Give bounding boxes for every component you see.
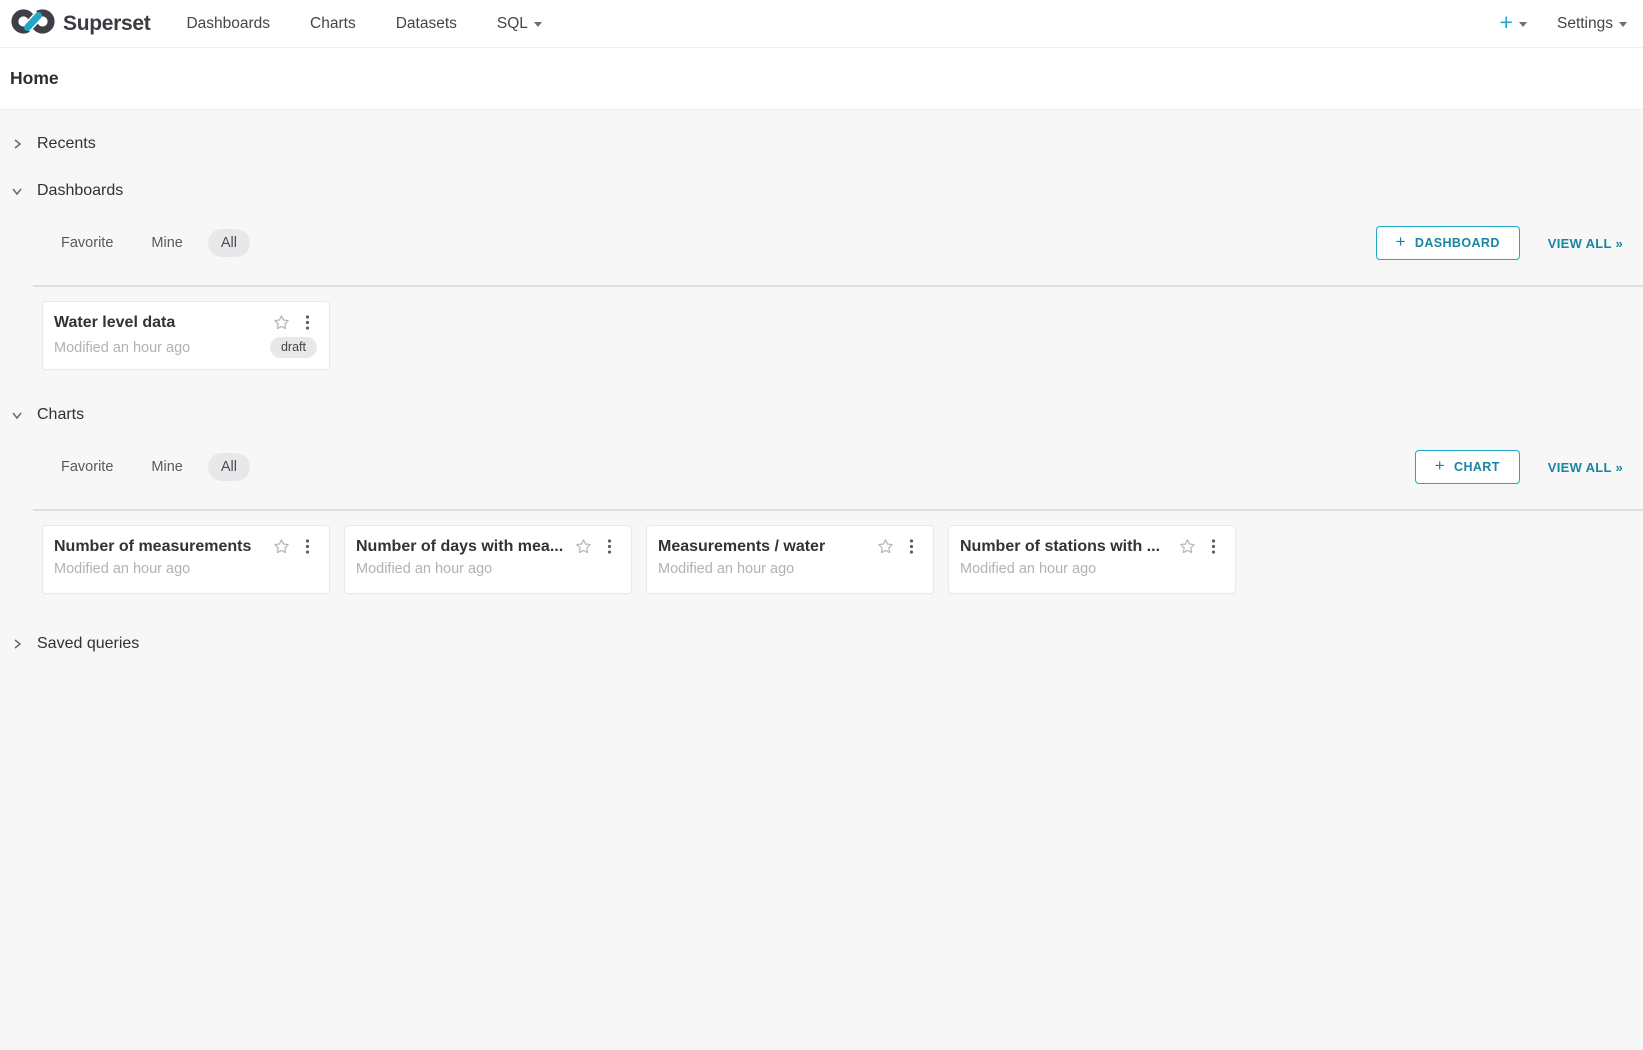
nav-item-sql[interactable]: SQL [477,0,562,48]
settings-label: Settings [1557,15,1613,33]
caret-down-icon [534,22,542,27]
caret-down-icon [1519,22,1527,27]
star-outline-icon[interactable] [272,537,291,556]
section-header-saved-queries[interactable]: Saved queries [0,632,1643,656]
section-label-recents: Recents [37,135,96,153]
home-content: Recents Dashboards Favorite Mine All + D… [0,110,1643,656]
charts-divider [33,509,1643,511]
chevron-down-icon [10,184,24,198]
chart-card[interactable]: Measurements / water Modified an hour ag… [646,525,934,594]
plus-icon: + [1500,11,1513,34]
page-title: Home [10,68,59,89]
kebab-menu-icon[interactable] [298,537,317,556]
chart-card-title[interactable]: Number of stations with ... [960,538,1170,556]
new-dashboard-label: DASHBOARD [1415,236,1500,250]
section-header-recents[interactable]: Recents [0,132,1643,156]
star-outline-icon[interactable] [1178,537,1197,556]
nav-item-label: Dashboards [186,15,270,33]
section-label-saved-queries: Saved queries [37,635,139,653]
nav-item-label: Datasets [396,15,457,33]
chart-card-title[interactable]: Number of measurements [54,538,264,556]
dashboards-cards: Water level data Modified an hour ago dr… [42,301,1643,370]
dashboards-actions: + DASHBOARD VIEW ALL » [1376,226,1643,260]
tab-all[interactable]: All [208,453,250,481]
superset-logo[interactable]: Superset [10,8,150,40]
tab-favorite[interactable]: Favorite [48,453,126,481]
tab-mine[interactable]: Mine [138,229,195,257]
new-item-dropdown[interactable]: + [1500,14,1527,34]
charts-view-all-link[interactable]: VIEW ALL » [1548,460,1623,475]
dashboard-card[interactable]: Water level data Modified an hour ago dr… [42,301,330,370]
charts-filter-tabs: Favorite Mine All [48,453,250,481]
chart-card-modified: Modified an hour ago [54,561,317,577]
section-label-dashboards: Dashboards [37,182,123,200]
top-navbar: Superset Dashboards Charts Datasets SQL … [0,0,1643,48]
star-outline-icon[interactable] [574,537,593,556]
tab-favorite[interactable]: Favorite [48,229,126,257]
new-dashboard-button[interactable]: + DASHBOARD [1376,226,1520,260]
nav-item-datasets[interactable]: Datasets [376,0,477,48]
status-badge: draft [270,337,317,358]
section-label-charts: Charts [37,406,84,424]
chart-card-title[interactable]: Number of days with mea... [356,538,566,556]
kebab-menu-icon[interactable] [1204,537,1223,556]
navbar-right: + Settings [1500,14,1631,34]
chevron-right-icon [10,637,24,651]
plus-icon: + [1396,232,1406,252]
caret-down-icon [1619,22,1627,27]
chart-card-modified: Modified an hour ago [960,561,1223,577]
page-header: Home [0,48,1643,110]
dashboards-view-all-link[interactable]: VIEW ALL » [1548,236,1623,251]
chevron-right-icon [10,137,24,151]
kebab-menu-icon[interactable] [298,313,317,332]
nav-links: Dashboards Charts Datasets SQL [166,0,561,48]
new-chart-button[interactable]: + CHART [1415,450,1520,484]
chart-card-modified: Modified an hour ago [658,561,921,577]
kebab-menu-icon[interactable] [600,537,619,556]
settings-dropdown[interactable]: Settings [1557,15,1627,33]
section-header-charts[interactable]: Charts [0,403,1643,427]
tab-all[interactable]: All [208,229,250,257]
charts-cards: Number of measurements Modified an hour … [42,525,1643,594]
star-outline-icon[interactable] [876,537,895,556]
superset-infinity-icon [10,8,56,40]
nav-item-dashboards[interactable]: Dashboards [166,0,290,48]
nav-item-label: SQL [497,15,528,33]
nav-item-charts[interactable]: Charts [290,0,376,48]
plus-icon: + [1435,456,1445,476]
chart-card[interactable]: Number of measurements Modified an hour … [42,525,330,594]
dashboard-card-modified: Modified an hour ago [54,340,270,356]
nav-item-label: Charts [310,15,356,33]
dashboards-controls: Favorite Mine All + DASHBOARD VIEW ALL » [0,225,1643,261]
chart-card[interactable]: Number of days with mea... Modified an h… [344,525,632,594]
tab-mine[interactable]: Mine [138,453,195,481]
chart-card[interactable]: Number of stations with ... Modified an … [948,525,1236,594]
chevron-down-icon [10,408,24,422]
brand-name: Superset [63,12,150,36]
new-chart-label: CHART [1454,460,1500,474]
chart-card-title[interactable]: Measurements / water [658,538,868,556]
kebab-menu-icon[interactable] [902,537,921,556]
charts-controls: Favorite Mine All + CHART VIEW ALL » [0,449,1643,485]
section-header-dashboards[interactable]: Dashboards [0,179,1643,203]
star-outline-icon[interactable] [272,313,291,332]
chart-card-modified: Modified an hour ago [356,561,619,577]
dashboards-filter-tabs: Favorite Mine All [48,229,250,257]
charts-actions: + CHART VIEW ALL » [1415,450,1643,484]
dashboard-card-title[interactable]: Water level data [54,314,264,332]
dashboards-divider [33,285,1643,287]
